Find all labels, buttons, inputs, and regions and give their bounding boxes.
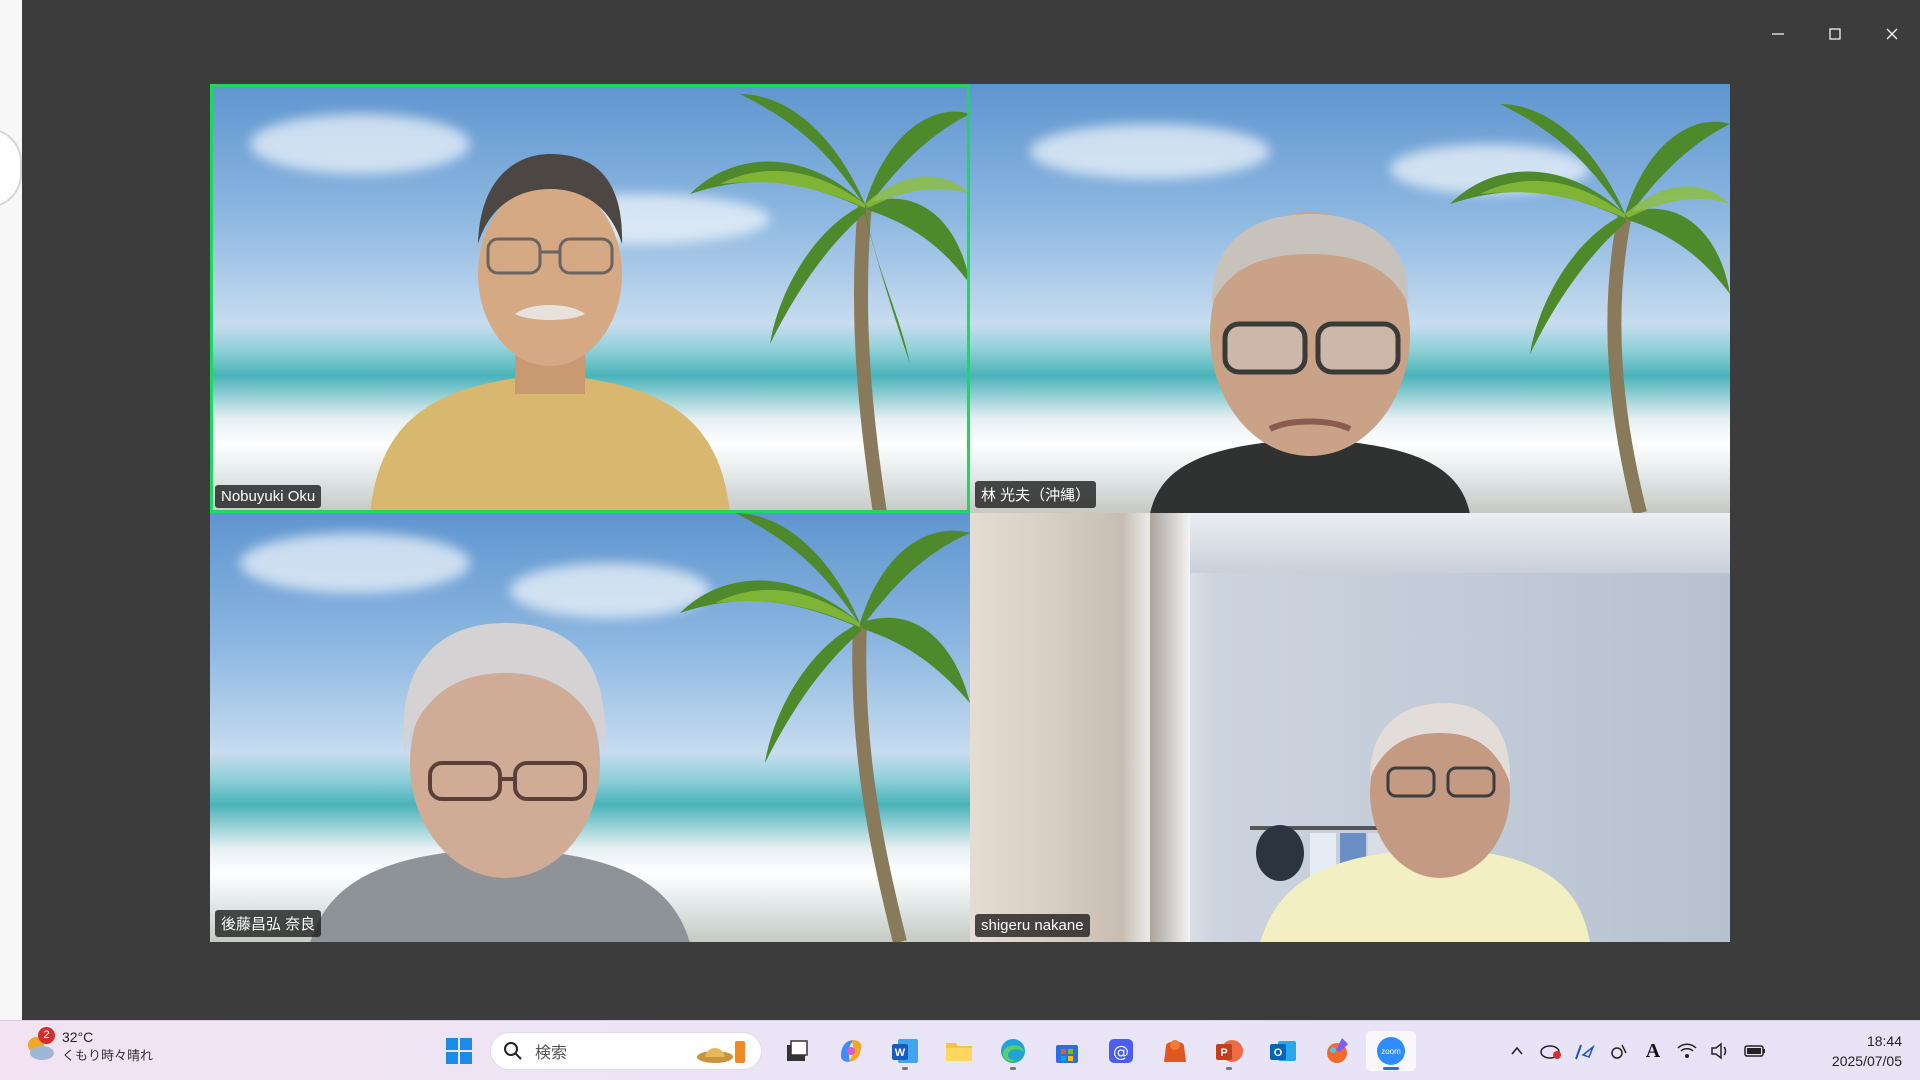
zoom-button[interactable]: zoom	[1366, 1031, 1416, 1071]
onedrive-tray-button[interactable]	[1534, 1031, 1568, 1071]
participant-name-tag: 後藤昌弘 奈良	[215, 910, 322, 937]
start-icon	[446, 1038, 472, 1064]
show-hidden-icons-button[interactable]	[1500, 1031, 1534, 1071]
participant-video	[1150, 212, 1470, 513]
windows-taskbar: 2 32°C くもり時々晴れ 検索 W @ P O zoom A 18:44 2…	[0, 1020, 1920, 1080]
powerpoint-button[interactable]: P	[1204, 1031, 1254, 1071]
mail-icon: @	[1109, 1039, 1133, 1063]
participant-video	[370, 154, 730, 513]
close-icon	[1886, 28, 1897, 40]
office-icon	[1164, 1040, 1186, 1062]
desktop-widget-edge	[0, 128, 22, 208]
sync-tray-button[interactable]	[1602, 1031, 1636, 1071]
edge-button[interactable]	[988, 1031, 1038, 1071]
pen-tray-button[interactable]	[1568, 1031, 1602, 1071]
search-placeholder: 検索	[535, 1043, 568, 1062]
weather-badge: 2	[38, 1026, 55, 1044]
ime-indicator[interactable]: A	[1636, 1031, 1670, 1071]
battery-button[interactable]	[1738, 1031, 1772, 1071]
volume-icon	[1711, 1042, 1727, 1060]
system-tray: A	[1500, 1031, 1772, 1071]
store-button[interactable]	[1042, 1031, 1092, 1071]
video-tile-hayashi-mitsuo[interactable]: 林 光夫（沖縄）	[970, 84, 1730, 513]
window-controls	[1749, 14, 1920, 54]
maximize-button[interactable]	[1806, 14, 1863, 54]
participant-video	[1260, 703, 1590, 942]
taskbar-search[interactable]: 検索	[490, 1032, 762, 1070]
participant-name-tag: 林 光夫（沖縄）	[975, 481, 1097, 508]
outlook-button[interactable]: O	[1258, 1031, 1308, 1071]
paint-button[interactable]	[1312, 1031, 1362, 1071]
word-icon: W	[892, 1039, 918, 1063]
search-icon	[504, 1042, 522, 1060]
weather-temperature: 32°C	[62, 1029, 94, 1045]
zoom-icon: zoom	[1377, 1037, 1405, 1065]
network-button[interactable]	[1670, 1031, 1704, 1071]
word-button[interactable]: W	[880, 1031, 930, 1071]
task-view-icon	[787, 1040, 808, 1061]
powerpoint-icon: P	[1216, 1040, 1243, 1062]
office-button[interactable]	[1150, 1031, 1200, 1071]
outlook-icon: O	[1270, 1041, 1296, 1061]
file-explorer-icon	[946, 1043, 972, 1061]
clock-date: 2025/07/05	[1831, 1053, 1902, 1069]
store-icon	[1056, 1045, 1078, 1063]
copilot-button[interactable]	[826, 1031, 876, 1071]
svg-text:P: P	[1220, 1047, 1227, 1059]
video-tile-goto-masahiro[interactable]: 後藤昌弘 奈良	[210, 513, 970, 942]
maximize-icon	[1828, 28, 1841, 40]
svg-text:O: O	[1274, 1047, 1283, 1059]
minimize-button[interactable]	[1749, 14, 1806, 54]
weather-cloud-sun-icon: 2	[24, 1026, 56, 1063]
weather-condition: くもり時々晴れ	[62, 1048, 154, 1063]
svg-text:zoom: zoom	[1381, 1047, 1401, 1056]
file-explorer-button[interactable]	[934, 1031, 984, 1071]
participant-name-tag: shigeru nakane	[975, 914, 1090, 937]
zoom-meeting-window: Nobuyuki Oku 林 光夫（沖縄） 後藤昌弘 奈良 shigeru na…	[22, 0, 1920, 1020]
taskbar-clock[interactable]: 18:44 2025/07/05	[1832, 1031, 1902, 1071]
ime-icon: A	[1645, 1039, 1661, 1062]
taskbar-pinned-apps: 検索 W @ P O zoom	[432, 1031, 1418, 1071]
volume-button[interactable]	[1704, 1031, 1738, 1071]
minimize-icon	[1771, 33, 1784, 35]
clock-time: 18:44	[1866, 1033, 1902, 1049]
wifi-icon	[1677, 1043, 1697, 1058]
video-gallery: Nobuyuki Oku 林 光夫（沖縄） 後藤昌弘 奈良 shigeru na…	[210, 84, 1730, 942]
video-tile-nobuyuki-oku[interactable]: Nobuyuki Oku	[210, 84, 970, 513]
pen-icon	[1575, 1044, 1595, 1060]
copilot-icon	[841, 1040, 861, 1062]
edge-icon	[1001, 1039, 1025, 1063]
battery-icon	[1744, 1045, 1765, 1057]
search-highlight-icon	[697, 1041, 745, 1063]
paint-icon	[1327, 1038, 1348, 1063]
video-tile-shigeru-nakane[interactable]: shigeru nakane	[970, 513, 1730, 942]
desktop-edge	[0, 0, 22, 1020]
close-button[interactable]	[1863, 14, 1920, 54]
participant-name-tag: Nobuyuki Oku	[215, 485, 322, 508]
chevron-up-icon	[1511, 1046, 1523, 1055]
mail-app-button[interactable]: @	[1096, 1031, 1146, 1071]
task-view-button[interactable]	[772, 1031, 822, 1071]
weather-widget[interactable]: 2 32°C くもり時々晴れ	[24, 1026, 154, 1064]
svg-text:W: W	[895, 1047, 906, 1059]
start-button[interactable]	[434, 1031, 484, 1071]
sync-icon	[1611, 1044, 1627, 1059]
participant-video	[310, 623, 690, 942]
svg-text:@: @	[1113, 1042, 1129, 1061]
onedrive-icon	[1540, 1045, 1561, 1059]
